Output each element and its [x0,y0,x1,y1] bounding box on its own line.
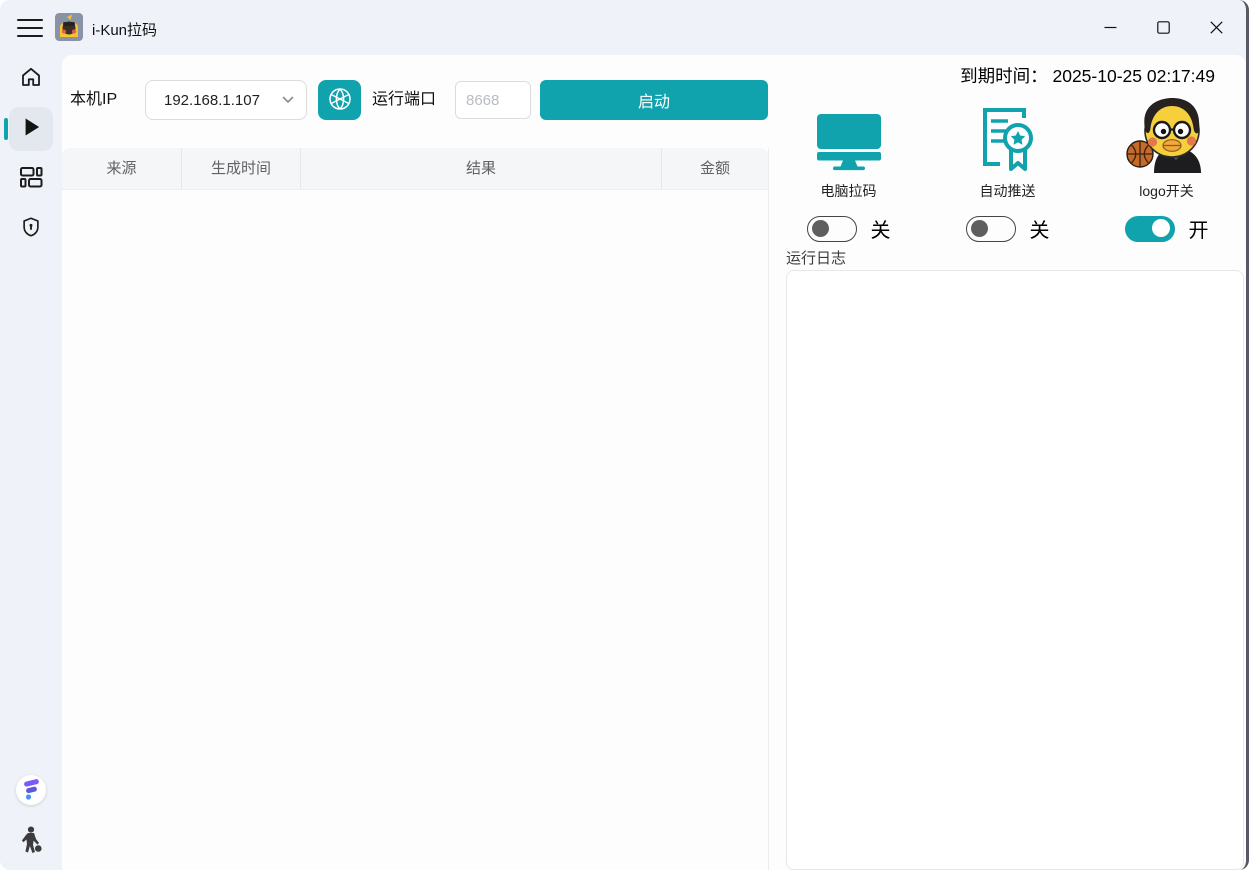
close-button[interactable] [1190,0,1243,55]
toggle-state: 关 [871,214,891,243]
toggle-knob [1152,219,1170,237]
window-controls [1084,0,1243,55]
port-input[interactable] [455,81,531,119]
local-ip-label: 本机IP [70,80,117,120]
feature-label: 电脑拉码 [821,181,877,201]
table-body-empty [62,190,768,870]
run-log-title: 运行日志 [786,247,846,268]
table-header-time: 生成时间 [182,148,301,189]
basketball-button[interactable] [318,80,361,120]
titlebar: i-Kun拉码 [0,0,1246,55]
selected-indicator [4,118,8,140]
monitor-icon [816,95,882,173]
sidebar-item-security[interactable] [9,207,53,251]
hamburger-menu-icon[interactable] [17,17,43,39]
table-header-row: 来源 生成时间 结果 金额 [62,148,768,190]
table-header-source: 来源 [62,148,182,189]
run-log-area[interactable] [786,270,1244,870]
feature-label: 自动推送 [980,181,1036,201]
sidebar-item-home[interactable] [9,57,53,101]
chevron-down-icon [282,91,294,109]
computer-pull-toggle[interactable] [807,216,857,242]
sidebar-item-run[interactable] [9,107,53,151]
certificate-icon [978,95,1038,173]
brand-logo-icon[interactable] [16,775,46,805]
logo-switch-toggle[interactable] [1125,216,1175,242]
app-logo-icon [55,13,83,41]
toggle-knob [971,220,988,237]
feature-computer-pull: 电脑拉码 关 [769,95,928,243]
right-pane: 到期时间： 2025-10-25 02:17:49 电脑拉码 [769,55,1246,870]
play-icon [18,114,44,145]
toggle-state: 关 [1030,214,1050,243]
results-table: 来源 生成时间 结果 金额 [62,148,769,870]
app-window: i-Kun拉码 [0,0,1249,870]
toggle-state: 开 [1189,214,1209,243]
auto-push-toggle[interactable] [966,216,1016,242]
maximize-button[interactable] [1137,0,1190,55]
feature-logo-switch: logo开关 开 [1087,95,1246,243]
main-content: 本机IP 192.168.1.107 运行端口 启动 [62,55,1246,870]
table-header-result: 结果 [301,148,662,189]
feature-label: logo开关 [1139,181,1193,201]
grid-icon [19,165,43,194]
port-label: 运行端口 [372,80,436,120]
sidebar-item-apps[interactable] [9,157,53,201]
ip-select-value: 192.168.1.107 [164,92,282,109]
avatar-image [1126,95,1208,173]
expiry-time: 到期时间： 2025-10-25 02:17:49 [960,63,1215,88]
toggle-knob [812,220,829,237]
sidebar [0,55,62,870]
minimize-button[interactable] [1084,0,1137,55]
table-header-amount: 金额 [662,148,768,189]
basketball-player-icon[interactable] [9,819,53,863]
app-title: i-Kun拉码 [92,19,157,40]
feature-toggles: 电脑拉码 关 [769,95,1246,243]
home-icon [19,65,43,94]
basketball-icon [328,87,352,114]
ip-select[interactable]: 192.168.1.107 [145,80,307,120]
feature-auto-push: 自动推送 关 [928,95,1087,243]
shield-icon [20,216,42,243]
start-button[interactable]: 启动 [540,80,768,120]
